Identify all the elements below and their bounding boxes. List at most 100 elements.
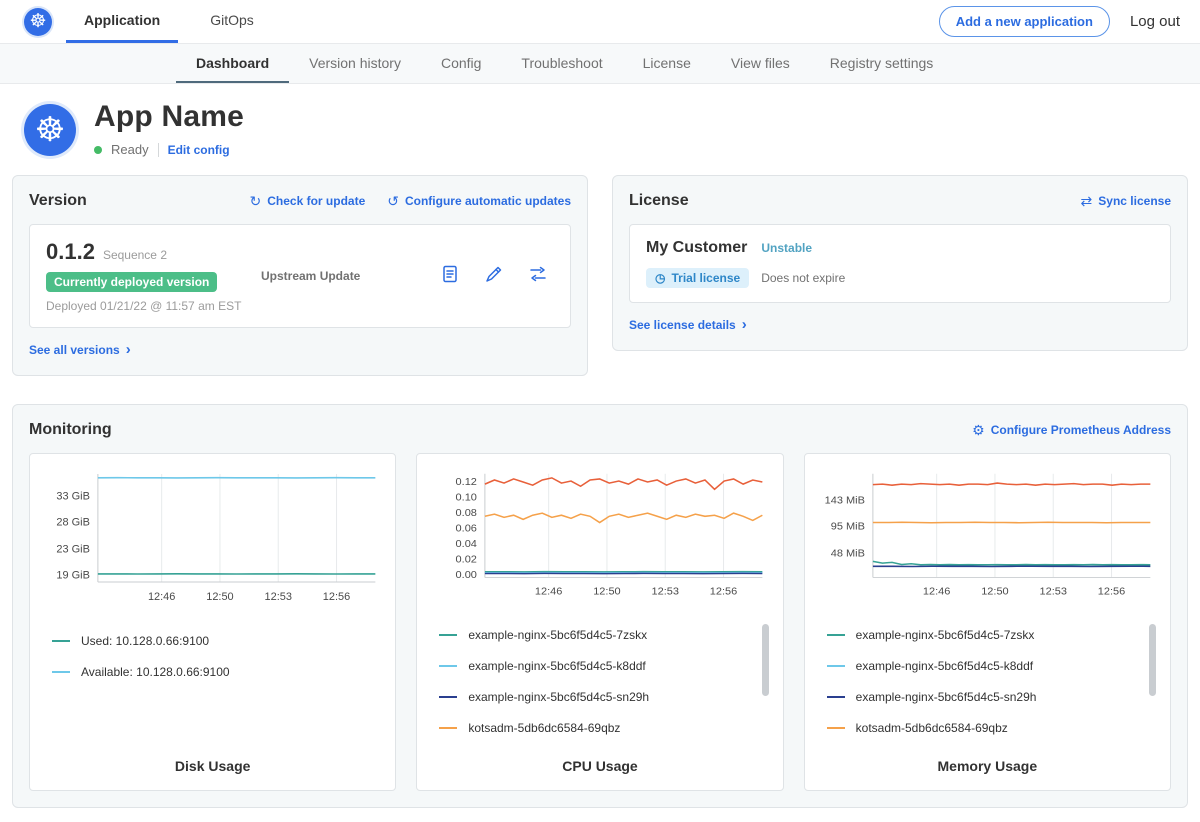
legend-color-dash-icon — [827, 696, 845, 698]
subnav-tab-view-files[interactable]: View files — [711, 44, 810, 83]
license-info-panel: My Customer Unstable ◷ Trial license Doe… — [629, 224, 1171, 303]
logout-link[interactable]: Log out — [1130, 13, 1180, 30]
app-subnav: Dashboard Version history Config Trouble… — [0, 44, 1200, 84]
top-navbar: ☸ Application GitOps Add a new applicati… — [0, 0, 1200, 44]
kubernetes-logo-icon: ☸ — [24, 8, 52, 36]
license-channel: Unstable — [761, 241, 812, 255]
legend-color-dash-icon — [439, 665, 457, 667]
tab-gitops[interactable]: GitOps — [192, 0, 272, 43]
subnav-tab-dashboard[interactable]: Dashboard — [176, 44, 289, 83]
legend-label: kotsadm-5db6dc6584-69qbz — [468, 721, 620, 735]
svg-text:0.02: 0.02 — [456, 554, 477, 566]
svg-text:28 GiB: 28 GiB — [56, 516, 90, 528]
summary-cards-row: Version ↻ Check for update ↺ Configure a… — [12, 175, 1188, 376]
page-title: App Name — [94, 100, 244, 134]
version-action-icons — [440, 264, 548, 289]
license-expiration: Does not expire — [761, 271, 845, 285]
subnav-tab-troubleshoot[interactable]: Troubleshoot — [501, 44, 622, 83]
svg-text:12:56: 12:56 — [710, 586, 737, 598]
version-card-actions: ↻ Check for update ↺ Configure automatic… — [250, 193, 572, 210]
see-all-versions-link[interactable]: See all versions › — [29, 343, 131, 357]
dashboard-main: Version ↻ Check for update ↺ Configure a… — [0, 175, 1200, 822]
svg-text:143 MiB: 143 MiB — [824, 495, 864, 507]
tab-application[interactable]: Application — [66, 0, 178, 43]
svg-text:12:53: 12:53 — [1039, 586, 1066, 598]
license-card: License ⇄ Sync license My Customer Unsta… — [612, 175, 1188, 351]
sync-icon: ⇄ — [1081, 193, 1093, 210]
svg-text:48 MiB: 48 MiB — [830, 548, 864, 560]
svg-text:12:53: 12:53 — [265, 591, 292, 603]
edit-config-link[interactable]: Edit config — [168, 143, 230, 157]
deployed-version-badge: Currently deployed version — [46, 272, 217, 292]
svg-text:19 GiB: 19 GiB — [56, 569, 90, 581]
sync-license-label: Sync license — [1098, 194, 1171, 208]
subnav-tab-config[interactable]: Config — [421, 44, 501, 83]
svg-text:0.08: 0.08 — [456, 507, 477, 519]
svg-text:95 MiB: 95 MiB — [830, 521, 864, 533]
status-text: Ready — [111, 142, 149, 157]
see-license-details-label: See license details — [629, 318, 736, 332]
legend-item: Used: 10.128.0.66:9100 — [52, 634, 385, 648]
app-header-text: App Name Ready Edit config — [94, 100, 244, 157]
auto-update-icon: ↺ — [387, 193, 399, 210]
svg-text:12:46: 12:46 — [923, 586, 950, 598]
release-notes-icon[interactable] — [440, 264, 460, 289]
svg-text:12:50: 12:50 — [594, 586, 621, 598]
version-number-row: 0.1.2 Sequence 2 — [46, 239, 261, 265]
see-all-versions-label: See all versions — [29, 343, 120, 357]
legend-item: kotsadm-5db6dc6584-69qbz — [439, 721, 772, 735]
edit-config-icon[interactable] — [484, 264, 504, 289]
subnav-tab-license[interactable]: License — [623, 44, 711, 83]
version-info: 0.1.2 Sequence 2 Currently deployed vers… — [46, 239, 261, 313]
version-card-title: Version — [29, 192, 87, 210]
configure-auto-updates-label: Configure automatic updates — [405, 194, 571, 208]
svg-text:0.04: 0.04 — [456, 538, 477, 550]
legend-color-dash-icon — [439, 634, 457, 636]
cpu-usage-panel: 12:4612:5012:5312:560.120.100.080.060.04… — [416, 453, 783, 791]
version-card: Version ↻ Check for update ↺ Configure a… — [12, 175, 588, 376]
legend-scrollbar[interactable] — [1149, 624, 1156, 696]
diff-icon[interactable] — [528, 264, 548, 289]
disk-usage-panel: 12:4612:5012:5312:5633 GiB28 GiB23 GiB19… — [29, 453, 396, 791]
memory-usage-panel: 12:4612:5012:5312:56143 MiB95 MiB48 MiB … — [804, 453, 1171, 791]
sync-license-link[interactable]: ⇄ Sync license — [1081, 193, 1171, 210]
svg-text:33 GiB: 33 GiB — [56, 491, 90, 503]
legend-scrollbar[interactable] — [762, 624, 769, 696]
legend-item: example-nginx-5bc6f5d4c5-sn29h — [827, 690, 1160, 704]
divider — [158, 143, 159, 157]
chevron-right-icon: › — [126, 345, 131, 355]
configure-auto-updates-link[interactable]: ↺ Configure automatic updates — [387, 193, 571, 210]
svg-text:12:46: 12:46 — [535, 586, 562, 598]
app-status-row: Ready Edit config — [94, 142, 244, 157]
subnav-tab-registry-settings[interactable]: Registry settings — [810, 44, 953, 83]
legend-label: example-nginx-5bc6f5d4c5-sn29h — [856, 690, 1037, 704]
check-for-update-link[interactable]: ↻ Check for update — [250, 193, 366, 210]
svg-text:0.06: 0.06 — [456, 523, 477, 535]
svg-text:12:50: 12:50 — [206, 591, 233, 603]
svg-text:0.00: 0.00 — [456, 569, 477, 581]
chart-panels-row: 12:4612:5012:5312:5633 GiB28 GiB23 GiB19… — [29, 453, 1171, 791]
gear-icon: ⚙ — [972, 422, 985, 439]
version-card-head: Version ↻ Check for update ↺ Configure a… — [29, 192, 571, 210]
svg-text:0.10: 0.10 — [456, 492, 477, 504]
license-card-head: License ⇄ Sync license — [629, 192, 1171, 210]
memory-usage-legend: example-nginx-5bc6f5d4c5-7zskx example-ng… — [827, 628, 1160, 752]
legend-item: Available: 10.128.0.66:9100 — [52, 665, 385, 679]
monitoring-card: Monitoring ⚙ Configure Prometheus Addres… — [12, 404, 1188, 808]
disk-usage-chart-title: Disk Usage — [40, 752, 385, 778]
add-application-button[interactable]: Add a new application — [939, 6, 1110, 37]
svg-text:12:50: 12:50 — [981, 586, 1008, 598]
configure-prometheus-link[interactable]: ⚙ Configure Prometheus Address — [972, 422, 1171, 439]
legend-label: Available: 10.128.0.66:9100 — [81, 665, 230, 679]
upstream-update-label: Upstream Update — [261, 269, 360, 283]
legend-label: example-nginx-5bc6f5d4c5-7zskx — [856, 628, 1035, 642]
legend-label: kotsadm-5db6dc6584-69qbz — [856, 721, 1008, 735]
subnav-tab-version-history[interactable]: Version history — [289, 44, 421, 83]
legend-color-dash-icon — [827, 665, 845, 667]
app-logo-icon: ☸ — [24, 104, 76, 156]
see-license-details-link[interactable]: See license details › — [629, 318, 747, 332]
top-nav-right: Add a new application Log out — [939, 0, 1180, 43]
current-version-panel: 0.1.2 Sequence 2 Currently deployed vers… — [29, 224, 571, 328]
memory-usage-chart: 12:4612:5012:5312:56143 MiB95 MiB48 MiB — [815, 468, 1160, 612]
disk-usage-legend: Used: 10.128.0.66:9100 Available: 10.128.… — [52, 634, 385, 752]
